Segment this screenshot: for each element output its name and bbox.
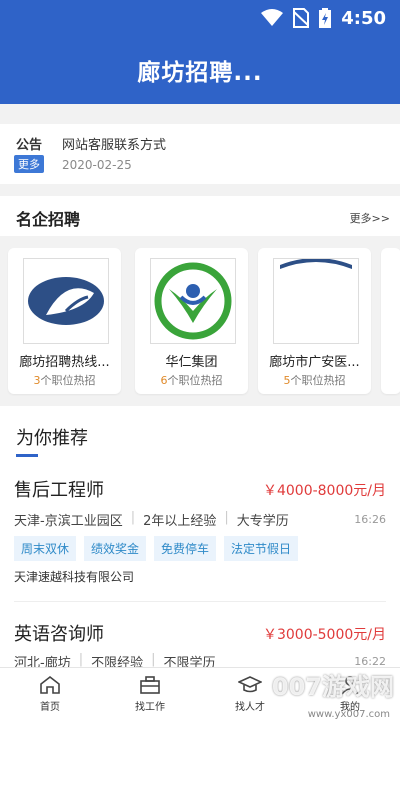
job-title: 英语咨询师 (14, 624, 104, 645)
notice-bar[interactable]: 公告 更多 网站客服联系方式 2020-02-25 (0, 124, 400, 184)
company-name: 廊坊市广安医... (269, 355, 360, 370)
graduation-cap-icon (238, 676, 262, 693)
company-logo (273, 258, 359, 344)
company-name: 廊坊招聘热线... (19, 355, 110, 370)
section-title: 名企招聘 (16, 210, 81, 229)
job-title: 售后工程师 (14, 480, 104, 501)
section-underline (16, 454, 38, 457)
job-tags: 周末双休 绩效奖金 免费停车 法定节假日 (14, 536, 299, 561)
job-meta: 天津-京滨工业园区 | 2年以上经验 | 大专学历 (14, 510, 289, 529)
notice-more-button[interactable]: 更多 (14, 155, 44, 173)
job-time: 16:26 (354, 513, 386, 526)
company-job-count: 3个职位热招 (33, 374, 96, 387)
tab-home[interactable]: 首页 (0, 668, 100, 720)
watermark-url: www.yx007.com (307, 709, 390, 720)
notice-label: 公告 (16, 138, 43, 153)
notice-date: 2020-02-25 (62, 158, 132, 172)
company-card[interactable]: 华仁集团 6个职位热招 (135, 248, 248, 394)
job-tag: 法定节假日 (224, 536, 299, 561)
status-time: 4:50 (341, 7, 386, 29)
recommend-section: 为你推荐 售后工程师 ￥4000-8000元/月 天津-京滨工业园区 | 2年以上… (0, 406, 400, 806)
company-job-count: 5个职位热招 (283, 374, 346, 387)
company-card[interactable]: 廊坊招聘热线... 3个职位热招 (8, 248, 121, 394)
company-card-partial[interactable] (381, 248, 400, 394)
briefcase-icon (140, 676, 160, 694)
status-bar: 4:50 (0, 0, 400, 36)
job-salary: ￥3000-5000元/月 (262, 627, 386, 643)
job-tag: 周末双休 (14, 536, 77, 561)
divider (14, 601, 386, 602)
company-card[interactable]: 廊坊市广安医... 5个职位热招 (258, 248, 371, 394)
watermark-logo: 007游戏网 (271, 673, 394, 701)
page-title: 廊坊招聘... (0, 36, 400, 104)
company-logo (150, 258, 236, 344)
companies-section-header: 名企招聘 更多>> (0, 196, 400, 236)
section-title: 为你推荐 (16, 428, 88, 449)
wifi-icon (261, 9, 284, 26)
battery-charging-icon (319, 8, 332, 28)
companies-more-link[interactable]: 更多>> (350, 210, 390, 226)
no-sim-icon (293, 8, 310, 28)
job-salary: ￥4000-8000元/月 (262, 483, 386, 499)
job-tag: 绩效奖金 (84, 536, 147, 561)
company-logo (23, 258, 109, 344)
tab-find-job[interactable]: 找工作 (100, 668, 200, 720)
job-tag: 免费停车 (154, 536, 217, 561)
company-name: 华仁集团 (165, 355, 218, 370)
job-company: 天津速越科技有限公司 (14, 570, 135, 584)
company-carousel[interactable]: 廊坊招聘热线... 3个职位热招 华仁集团 6个职位热招 廊坊市广安医... 5… (0, 248, 400, 398)
notice-text[interactable]: 网站客服联系方式 (62, 134, 166, 153)
company-job-count: 6个职位热招 (160, 374, 223, 387)
home-icon (40, 675, 60, 694)
